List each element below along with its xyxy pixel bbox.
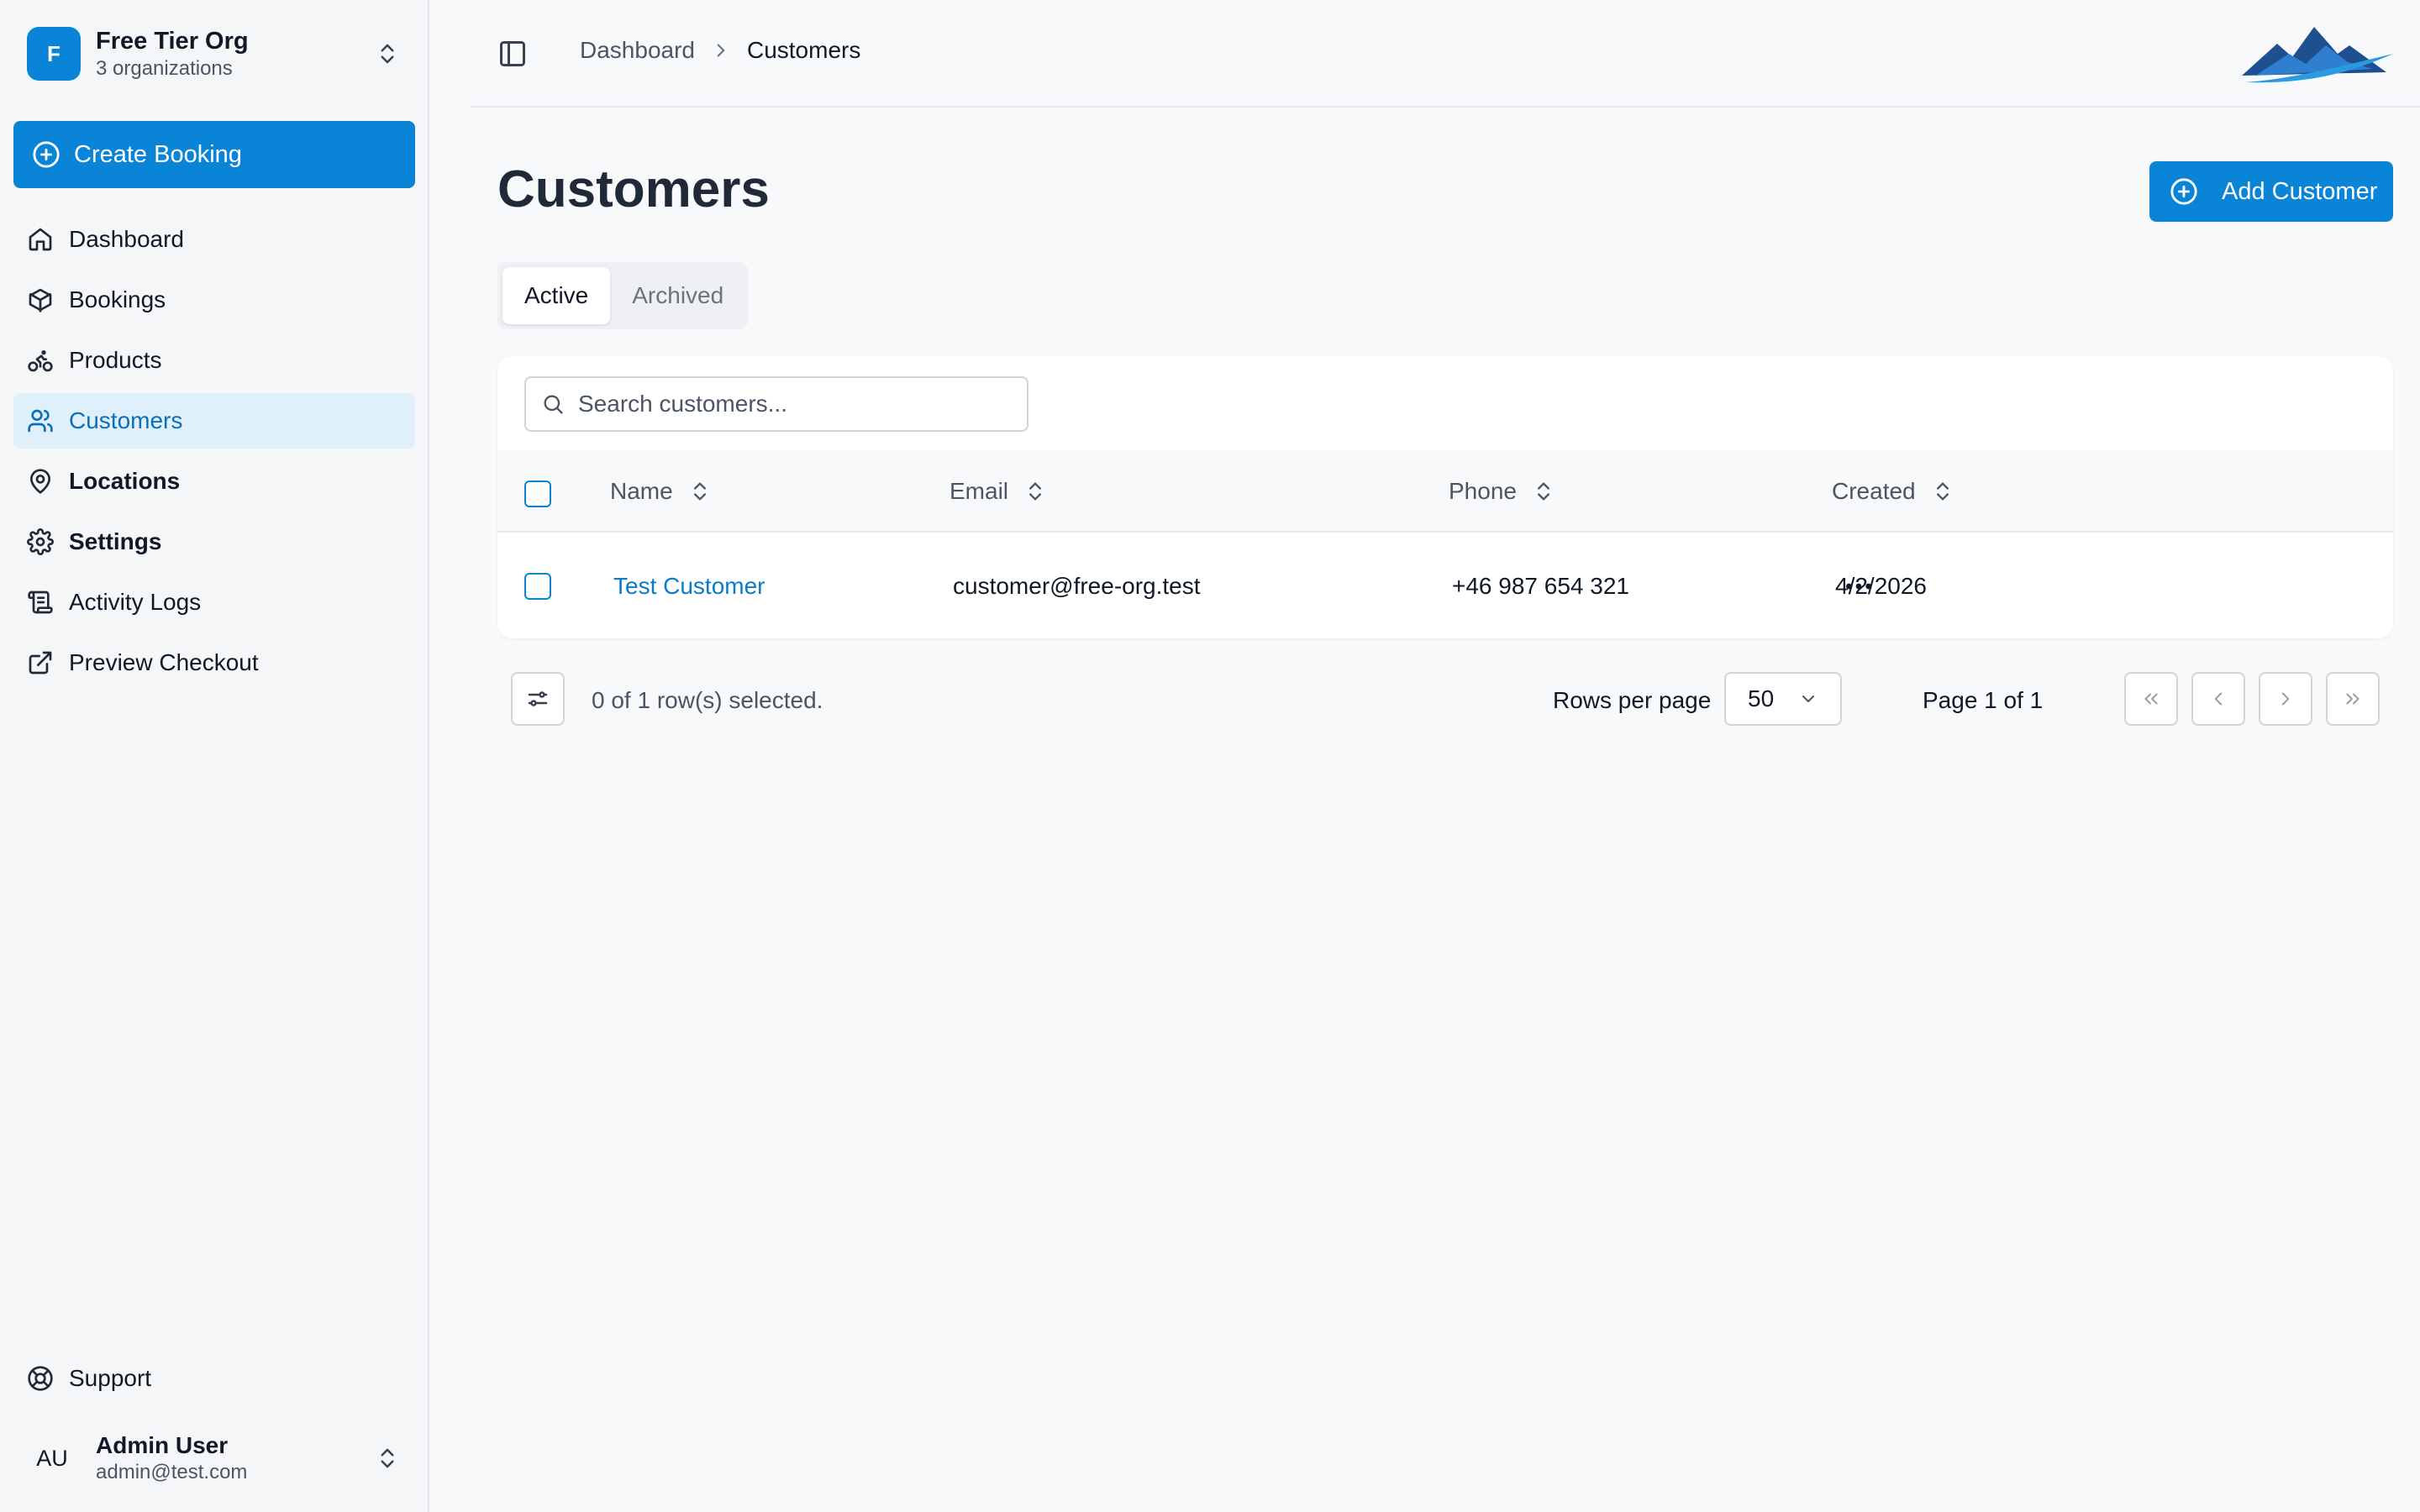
sort-icon <box>1537 482 1549 501</box>
sidebar-item-label: Customers <box>69 407 183 433</box>
table-header: Name Email Phone Created <box>497 450 2393 533</box>
sidebar-item-label: Bookings <box>69 286 166 312</box>
chevrons-up-down-icon <box>381 1448 394 1468</box>
org-switcher[interactable]: F Free Tier Org 3 organizations <box>13 17 415 91</box>
first-page-button[interactable] <box>2124 672 2178 726</box>
column-label: Email <box>950 478 1009 504</box>
customer-name-link[interactable]: Test Customer <box>613 534 765 638</box>
box-icon <box>29 288 52 312</box>
create-booking-button[interactable]: Create Booking <box>13 121 415 188</box>
org-subtitle: 3 organizations <box>96 57 233 80</box>
plus-circle-icon <box>33 141 60 168</box>
row-checkbox[interactable] <box>524 573 551 600</box>
chevron-left-icon <box>2214 692 2223 706</box>
page-title: Customers <box>497 160 770 218</box>
sidebar-item-products[interactable]: Products <box>13 333 415 388</box>
add-customer-button[interactable]: Add Customer <box>2149 161 2393 222</box>
customers-table-card: Name Email Phone Created Test Customer c… <box>497 356 2393 638</box>
chevron-down-icon <box>1802 696 1814 702</box>
column-label: Phone <box>1449 478 1517 504</box>
sidebar-item-activity-logs[interactable]: Activity Logs <box>13 575 415 630</box>
table-footer: 0 of 1 row(s) selected. Rows per page 50… <box>497 672 2393 727</box>
status-tabs: Active Archived <box>497 262 748 329</box>
top-header: Dashboard Customers <box>471 0 2420 108</box>
logs-icon <box>28 591 53 614</box>
rows-per-page-value: 50 <box>1748 685 1775 711</box>
column-created-header[interactable]: Created <box>1832 450 1954 533</box>
tab-active[interactable]: Active <box>502 267 611 324</box>
sidebar-item-bookings[interactable]: Bookings <box>13 272 415 328</box>
sort-icon <box>1936 482 1949 501</box>
rows-per-page-select[interactable]: 50 <box>1724 672 1842 726</box>
chevron-right-icon <box>2281 692 2290 706</box>
lifebuoy-icon <box>28 1366 53 1391</box>
sidebar-item-label: Locations <box>69 468 181 494</box>
external-link-icon <box>29 651 52 675</box>
next-page-button[interactable] <box>2259 672 2312 726</box>
support-link[interactable]: Support <box>13 1351 415 1406</box>
sidebar-item-preview-checkout[interactable]: Preview Checkout <box>13 635 415 690</box>
breadcrumb: Dashboard Customers <box>580 37 860 64</box>
customer-email: customer@free-org.test <box>953 573 1201 599</box>
user-name: Admin User <box>96 1432 229 1458</box>
users-icon <box>28 409 53 433</box>
sidebar-item-label: Dashboard <box>69 226 184 252</box>
more-actions-icon[interactable] <box>1842 570 1876 603</box>
org-text: Free Tier Org 3 organizations <box>96 26 375 81</box>
chevrons-up-down-icon <box>381 44 394 64</box>
bike-icon <box>28 350 53 372</box>
chevrons-left-icon <box>2144 693 2158 705</box>
sort-icon <box>1029 482 1042 501</box>
avatar: AU <box>36 1445 68 1471</box>
sidebar-item-label: Activity Logs <box>69 589 202 615</box>
support-label: Support <box>69 1365 152 1391</box>
plus-circle-icon <box>2170 178 2197 205</box>
breadcrumb-dashboard[interactable]: Dashboard <box>580 37 695 64</box>
customer-phone: +46 987 654 321 <box>1452 573 1629 599</box>
sidebar-nav: Dashboard Bookings Products Customers Lo… <box>13 212 415 696</box>
add-customer-label: Add Customer <box>2222 177 2378 205</box>
search-field[interactable] <box>524 376 1028 432</box>
column-label: Created <box>1832 478 1916 504</box>
org-avatar: F <box>27 27 81 81</box>
chevrons-right-icon <box>2346 693 2360 705</box>
user-text: Admin User admin@test.com <box>96 1431 375 1485</box>
map-pin-icon <box>30 469 50 494</box>
view-options-button[interactable] <box>511 672 565 726</box>
search-icon <box>544 395 563 414</box>
sidebar-item-label: Settings <box>69 528 162 554</box>
column-phone-header[interactable]: Phone <box>1449 450 1555 533</box>
create-booking-label: Create Booking <box>74 140 242 168</box>
column-name-header[interactable]: Name <box>610 450 712 533</box>
sidebar-item-settings[interactable]: Settings <box>13 514 415 570</box>
breadcrumb-current: Customers <box>746 37 861 63</box>
sidebar-item-label: Products <box>69 347 162 373</box>
rows-per-page-label: Rows per page <box>1553 687 1712 713</box>
selection-summary: 0 of 1 row(s) selected. <box>592 687 823 713</box>
chevron-right-icon <box>717 44 725 57</box>
sort-icon <box>693 482 706 501</box>
sidebar-toggle-icon[interactable] <box>497 39 528 69</box>
last-page-button[interactable] <box>2326 672 2380 726</box>
sliders-icon <box>528 691 548 706</box>
sidebar-item-customers[interactable]: Customers <box>13 393 415 449</box>
user-email: admin@test.com <box>96 1461 248 1483</box>
prev-page-button[interactable] <box>2191 672 2245 726</box>
sidebar-item-locations[interactable]: Locations <box>13 454 415 509</box>
org-name: Free Tier Org <box>96 28 249 55</box>
column-email-header[interactable]: Email <box>950 450 1047 533</box>
tab-archived[interactable]: Archived <box>610 267 745 324</box>
home-icon <box>29 228 52 251</box>
gear-icon <box>27 528 54 555</box>
sidebar-item-label: Preview Checkout <box>69 649 259 675</box>
select-all-checkbox[interactable] <box>524 480 551 507</box>
table-row: Test Customer customer@free-org.test +46… <box>497 534 2393 638</box>
user-menu[interactable]: AU Admin User admin@test.com <box>13 1421 415 1495</box>
page-info: Page 1 of 1 <box>1923 687 2044 713</box>
sidebar-item-dashboard[interactable]: Dashboard <box>13 212 415 267</box>
search-input[interactable] <box>578 391 1027 417</box>
column-label: Name <box>610 478 673 504</box>
sidebar: F Free Tier Org 3 organizations Create B… <box>0 0 429 1512</box>
brand-logo <box>2242 27 2393 83</box>
